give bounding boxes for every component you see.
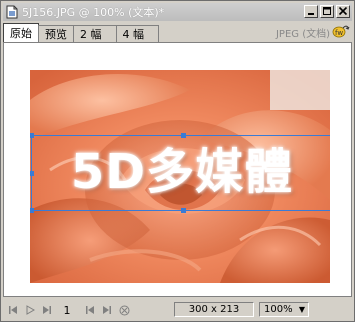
selection-handle-bl[interactable]: [30, 208, 34, 213]
selection-handle-tc[interactable]: [181, 133, 186, 138]
format-label: JPEG (文档): [275, 29, 330, 40]
image-dimensions: 300 x 213: [174, 302, 254, 317]
selection-handle-tl[interactable]: [30, 133, 34, 138]
image-canvas[interactable]: 5D多媒體: [30, 70, 330, 283]
zoom-select[interactable]: 100% ▼: [259, 302, 309, 317]
document-window: 5J156.JPG @ 100% (文本)* 原始 预览 2 幅 4 幅 JPE…: [0, 0, 355, 322]
tab-2-up[interactable]: 2 幅: [73, 25, 117, 42]
canvas-area: 5D多媒體: [3, 42, 352, 297]
stop-icon: [119, 305, 129, 315]
minimize-icon: [308, 13, 314, 15]
chevron-down-icon: ▼: [298, 305, 305, 314]
first-frame-button[interactable]: [5, 302, 21, 318]
window-controls: [304, 5, 350, 18]
tab-original[interactable]: 原始: [3, 23, 39, 42]
stop-button[interactable]: [116, 302, 132, 318]
svg-text:fw: fw: [335, 29, 343, 37]
play-icon: [26, 305, 35, 315]
frame-number: 1: [63, 303, 71, 317]
close-icon: [338, 7, 348, 16]
tab-preview[interactable]: 预览: [38, 25, 74, 42]
minimize-button[interactable]: [304, 5, 318, 18]
view-tabs: 原始 预览 2 幅 4 幅 JPEG (文档) fw: [3, 22, 352, 42]
text-selection-box[interactable]: [30, 133, 330, 213]
next-frame-icon: [103, 306, 111, 314]
prev-frame-button[interactable]: [82, 302, 98, 318]
selection-handle-ml[interactable]: [30, 171, 34, 176]
document-icon: [6, 5, 18, 19]
maximize-icon: [323, 7, 331, 15]
selection-handle-bc[interactable]: [181, 208, 186, 213]
window-title: 5J156.JPG @ 100% (文本)*: [22, 6, 165, 19]
prev-frame-icon: [86, 306, 94, 314]
title-bar[interactable]: 5J156.JPG @ 100% (文本)*: [3, 3, 352, 21]
jump-to-app-icon[interactable]: fw: [332, 23, 350, 39]
zoom-value: 100%: [264, 304, 293, 315]
play-button[interactable]: [22, 302, 38, 318]
next-frame-button[interactable]: [99, 302, 115, 318]
close-button[interactable]: [336, 5, 350, 18]
status-bar: 1 300 x 213 100% ▼: [3, 299, 352, 321]
last-frame-button[interactable]: [39, 302, 55, 318]
maximize-button[interactable]: [320, 5, 334, 18]
tab-4-up[interactable]: 4 幅: [115, 25, 159, 42]
first-frame-icon: [9, 306, 17, 314]
last-frame-icon: [43, 306, 51, 314]
